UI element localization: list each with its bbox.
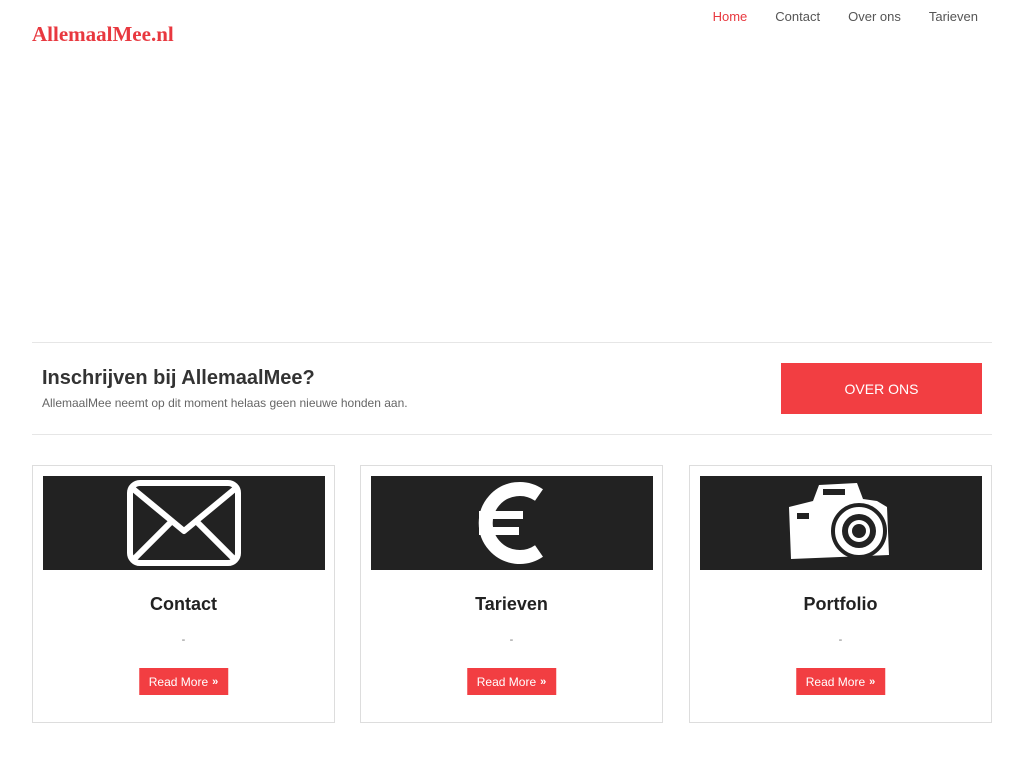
card-title: Tarieven [475,594,548,614]
card-text: - [509,634,514,646]
hero-area [32,60,992,342]
nav-over-ons[interactable]: Over ons [848,9,901,24]
chevron-right-icon: » [212,675,219,688]
card-title: Portfolio [803,594,878,614]
euro-icon [478,482,543,564]
card-title: Contact [150,594,217,614]
read-more-button[interactable]: Read More » [466,668,557,695]
chevron-right-icon: » [540,675,547,688]
read-more-label: Read More [805,674,866,689]
site-header: AllemaalMee.nl Home Contact Over ons Tar… [0,0,1024,60]
camera-icon [789,483,889,559]
cta-band: Inschrijven bij AllemaalMee? AllemaalMee… [32,342,992,435]
read-more-button[interactable]: Read More » [795,668,886,695]
read-more-label: Read More [476,674,537,689]
site-logo[interactable]: AllemaalMee.nl [32,22,174,47]
feature-cards: Contact - Read More » Tarieven - Read Mo… [32,465,992,723]
card-image [43,476,325,570]
read-more-label: Read More [148,674,209,689]
nav-contact[interactable]: Contact [775,9,820,24]
card-contact: Contact - Read More » [32,465,335,723]
over-ons-button[interactable]: OVER ONS [781,363,982,414]
read-more-button[interactable]: Read More » [138,668,229,695]
card-image [371,476,653,570]
cta-text: AllemaalMee neemt op dit moment helaas g… [42,396,408,410]
chevron-right-icon: » [869,675,876,688]
card-portfolio: Portfolio - Read More » [689,465,992,723]
nav-home[interactable]: Home [713,9,748,24]
envelope-icon [127,480,241,566]
nav-tarieven[interactable]: Tarieven [929,9,978,24]
main-nav: Home Contact Over ons Tarieven [713,9,978,24]
card-tarieven: Tarieven - Read More » [360,465,663,723]
card-image [700,476,982,570]
cta-title: Inschrijven bij AllemaalMee? [42,367,315,389]
card-text: - [838,634,843,646]
card-text: - [181,634,186,646]
